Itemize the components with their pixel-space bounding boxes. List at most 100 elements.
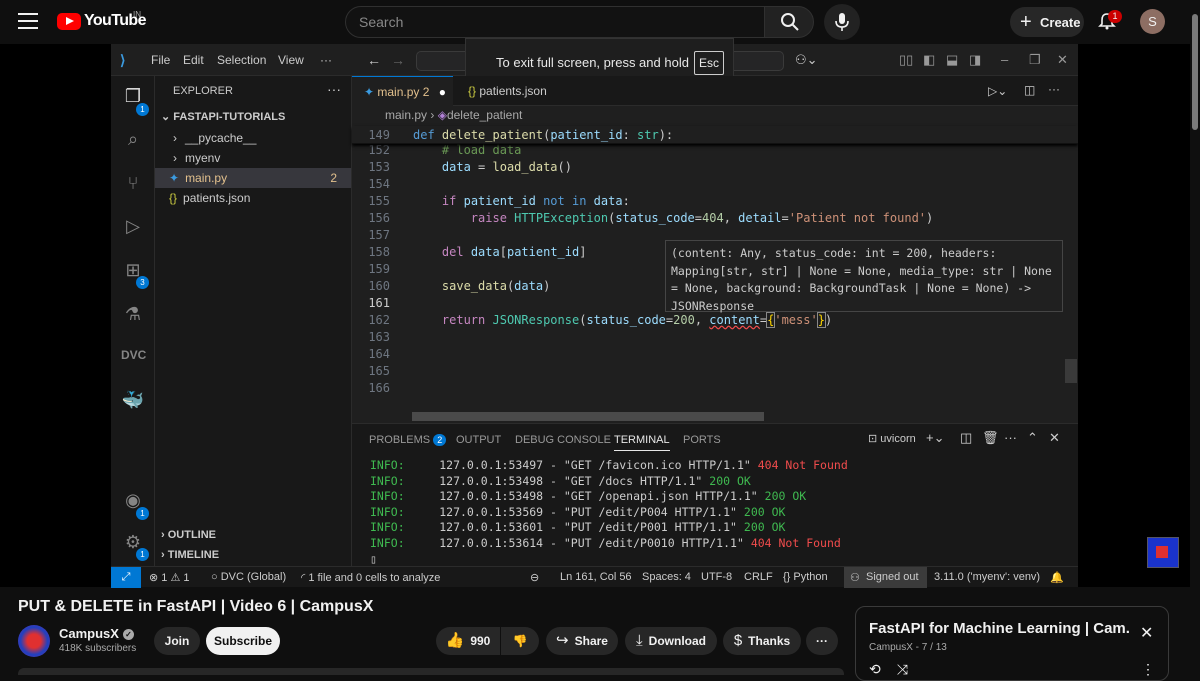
- thanks-button[interactable]: $ Thanks: [723, 627, 801, 655]
- unsaved-dot-icon[interactable]: ●: [439, 85, 446, 99]
- tree-item-myenv[interactable]: › myenv: [155, 148, 351, 168]
- thumbs-up-icon: 👍: [445, 632, 465, 649]
- run-python-icon[interactable]: ▷⌄: [988, 84, 1007, 98]
- docker-icon[interactable]: 🐳: [121, 390, 145, 414]
- subscribe-button[interactable]: Subscribe: [206, 627, 280, 655]
- toggle-panel-icon[interactable]: ⬓: [946, 52, 958, 68]
- kill-terminal-trash-icon[interactable]: 🗑: [982, 430, 999, 446]
- page-scrollbar-thumb[interactable]: [1192, 14, 1198, 130]
- close-playlist-icon[interactable]: ✕: [1140, 623, 1153, 643]
- video-player[interactable]: ⟩ File Edit Selection View ··· ← → ⚇⌄ ▯▯…: [0, 38, 1190, 588]
- search-icon[interactable]: ⌕: [121, 129, 145, 153]
- line-ending[interactable]: CRLF: [744, 571, 773, 583]
- python-interpreter[interactable]: 3.11.0 ('myenv': venv): [934, 571, 1040, 583]
- analysis-status[interactable]: ◜ 1 file and 0 cells to analyze: [301, 571, 440, 584]
- line-number: 164: [368, 347, 390, 361]
- tab-problems[interactable]: PROBLEMS 2: [369, 434, 447, 446]
- close-panel-icon[interactable]: ✕: [1049, 430, 1060, 446]
- minimize-icon[interactable]: –: [1001, 52, 1008, 67]
- forward-arrow-icon[interactable]: →: [391, 52, 405, 68]
- menu-file[interactable]: File: [151, 53, 170, 67]
- editor-more-icon[interactable]: ···: [1048, 82, 1060, 96]
- vertical-scrollbar[interactable]: [1065, 359, 1077, 383]
- like-button[interactable]: 👍 990: [436, 627, 500, 655]
- source-control-icon[interactable]: ⑂: [121, 173, 145, 197]
- encoding[interactable]: UTF-8: [701, 571, 732, 583]
- menu-view[interactable]: View: [278, 53, 304, 67]
- testing-flask-icon[interactable]: ⚗: [121, 304, 145, 328]
- more-actions-button[interactable]: ···: [806, 627, 838, 655]
- new-terminal-icon[interactable]: +⌄: [926, 430, 944, 446]
- search-input[interactable]: Search: [345, 6, 765, 38]
- signed-out-status[interactable]: ⚇ Signed out: [844, 567, 927, 588]
- problems-status[interactable]: ⊗ 1 ⚠ 1: [149, 571, 190, 584]
- dvc-status[interactable]: ○ DVC (Global): [211, 571, 286, 583]
- language-mode[interactable]: {} Python: [783, 571, 828, 583]
- notification-count-badge: 1: [1108, 10, 1122, 23]
- language-label: Python: [793, 571, 828, 583]
- playlist-title[interactable]: FastAPI for Machine Learning | Cam...: [869, 620, 1129, 637]
- tab-debug-console[interactable]: DEBUG CONSOLE: [515, 434, 611, 446]
- tree-item-pycache[interactable]: › __pycache__: [155, 128, 351, 148]
- explorer-more-icon[interactable]: ···: [327, 81, 341, 97]
- dvc-icon[interactable]: DVC: [121, 348, 146, 372]
- close-window-icon[interactable]: ✕: [1057, 52, 1068, 68]
- terminal-line: INFO: 127.0.0.1:53498 - "GET /openapi.js…: [370, 489, 806, 503]
- youtube-logo[interactable]: YouTube IN: [57, 10, 146, 30]
- split-editor-icon[interactable]: ◫: [1024, 83, 1035, 97]
- log-level: INFO:: [370, 504, 405, 519]
- chevron-right-icon: ›: [173, 151, 177, 165]
- dislike-button[interactable]: 👎: [501, 627, 539, 655]
- download-button[interactable]: ⤓ Download: [625, 627, 717, 655]
- terminal-line: INFO: 127.0.0.1:53601 - "PUT /edit/P001 …: [370, 520, 785, 534]
- account-avatar[interactable]: S: [1140, 9, 1165, 34]
- create-button[interactable]: + Create: [1010, 7, 1084, 37]
- bottom-panel: PROBLEMS 2 OUTPUT DEBUG CONSOLE TERMINAL…: [352, 423, 1078, 566]
- tab-patients-json[interactable]: {} patients.json: [456, 76, 580, 106]
- voice-search-button[interactable]: [824, 4, 860, 40]
- sticky-scroll-header[interactable]: 149 def delete_patient(patient_id: str):: [352, 126, 1078, 144]
- terminal-line: INFO: 127.0.0.1:53497 - "GET /favicon.ic…: [370, 458, 848, 472]
- cursor-position[interactable]: Ln 161, Col 56: [560, 571, 632, 583]
- terminal-more-icon[interactable]: ···: [1004, 430, 1017, 445]
- breadcrumb-file[interactable]: main.py: [385, 108, 427, 122]
- hamburger-menu-icon[interactable]: [18, 13, 38, 29]
- channel-avatar[interactable]: [18, 625, 50, 657]
- line-number: 165: [368, 364, 390, 378]
- breadcrumb-symbol[interactable]: delete_patient: [447, 108, 522, 122]
- menu-edit[interactable]: Edit: [183, 53, 204, 67]
- zoom-icon[interactable]: ⊖: [530, 571, 539, 584]
- restore-icon[interactable]: ❐: [1029, 52, 1041, 68]
- layout-icon[interactable]: ▯▯: [899, 52, 913, 68]
- copilot-icon[interactable]: ⚇⌄: [795, 52, 818, 68]
- maximize-panel-icon[interactable]: ⌃: [1027, 430, 1038, 446]
- toggle-sidebar-icon[interactable]: ◧: [923, 52, 935, 68]
- terminal-selector[interactable]: ⊡ uvicorn: [868, 432, 916, 445]
- run-debug-icon[interactable]: ▷: [121, 216, 145, 240]
- outline-section[interactable]: › OUTLINE: [155, 529, 351, 541]
- menu-more[interactable]: ···: [320, 53, 332, 67]
- channel-name[interactable]: CampusX ✓: [59, 626, 134, 641]
- indentation[interactable]: Spaces: 4: [642, 571, 691, 583]
- join-button[interactable]: Join: [154, 627, 200, 655]
- notifications-icon[interactable]: 🔔: [1050, 571, 1064, 584]
- tab-terminal[interactable]: TERMINAL: [614, 434, 670, 451]
- tree-item-patients-json[interactable]: {} patients.json: [155, 188, 351, 208]
- microphone-icon: [835, 13, 849, 31]
- share-button[interactable]: ↪ Share: [546, 627, 618, 655]
- tab-output[interactable]: OUTPUT: [456, 434, 501, 446]
- horizontal-scrollbar[interactable]: [412, 412, 764, 421]
- log-text: 127.0.0.1:53569 - "PUT /edit/P004 HTTP/1…: [404, 504, 744, 519]
- back-arrow-icon[interactable]: ←: [367, 52, 381, 68]
- tab-ports[interactable]: PORTS: [683, 434, 721, 446]
- split-terminal-icon[interactable]: ◫: [960, 430, 972, 446]
- remote-indicator-icon[interactable]: ⤢: [111, 567, 141, 588]
- timeline-section[interactable]: › TIMELINE: [155, 549, 351, 561]
- menu-selection[interactable]: Selection: [217, 53, 266, 67]
- playlist-more-icon[interactable]: ⋮: [1141, 661, 1155, 678]
- workspace-folder[interactable]: ⌄ FASTAPI-TUTORIALS: [155, 110, 351, 123]
- toggle-secondary-sidebar-icon[interactable]: ◨: [969, 52, 981, 68]
- search-button[interactable]: [764, 6, 814, 38]
- tree-item-main-py[interactable]: ✦ main.py 2: [155, 168, 351, 188]
- tab-main-py[interactable]: ✦ main.py 2 ●: [352, 76, 453, 106]
